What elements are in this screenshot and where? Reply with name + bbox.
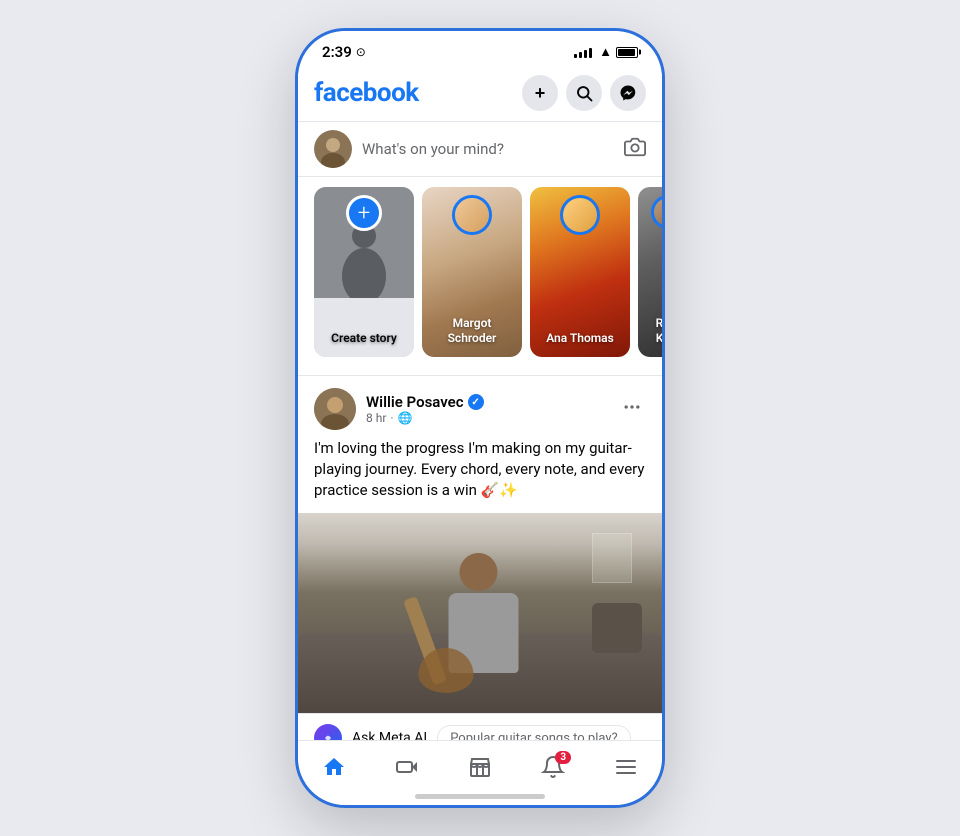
- stories-row: + Create story Margot Schroder: [298, 177, 662, 367]
- store-icon: [468, 755, 492, 779]
- composer-input[interactable]: What's on your mind?: [362, 140, 614, 158]
- post-user: Willie Posavec ✓ 8 hr · 🌐: [314, 388, 484, 430]
- status-time: 2:39: [322, 43, 352, 61]
- video-icon: [395, 755, 419, 779]
- privacy-icon: 🌐: [398, 411, 413, 425]
- nav-menu[interactable]: [589, 749, 662, 785]
- story-name-margot: Margot Schroder: [422, 316, 522, 347]
- create-story-label: Create story: [314, 331, 414, 347]
- nav-video[interactable]: [371, 749, 444, 785]
- messenger-button[interactable]: [610, 75, 646, 111]
- story-card-margot[interactable]: Margot Schroder: [422, 187, 522, 357]
- post-meta: 8 hr · 🌐: [366, 411, 484, 425]
- story-name-reer: Reer Kum: [638, 316, 662, 347]
- story-avatar-ana: [560, 195, 600, 235]
- signal-icon: [574, 46, 592, 58]
- post-header: Willie Posavec ✓ 8 hr · 🌐: [298, 376, 662, 438]
- messenger-icon: [619, 84, 637, 102]
- story-card-create[interactable]: + Create story: [314, 187, 414, 357]
- phone-screen: 2:39 ⊙ ▲ facebook: [298, 31, 662, 805]
- meta-ai-bar: Ask Meta AI Popular guitar songs to play…: [298, 713, 662, 740]
- meta-ai-label[interactable]: Ask Meta AI: [352, 730, 427, 740]
- post-user-info: Willie Posavec ✓ 8 hr · 🌐: [366, 393, 484, 425]
- notification-badge: 3: [555, 751, 571, 764]
- meta-ai-icon: [314, 724, 342, 740]
- verified-badge: ✓: [468, 394, 484, 410]
- clock-icon: ⊙: [356, 45, 366, 59]
- post-text: I'm loving the progress I'm making on my…: [298, 438, 662, 513]
- composer-avatar: [314, 130, 352, 168]
- nav-notifications[interactable]: 3: [516, 749, 589, 785]
- story-avatar-margot: [452, 195, 492, 235]
- phone-frame: 2:39 ⊙ ▲ facebook: [295, 28, 665, 808]
- fb-header: facebook +: [298, 67, 662, 121]
- header-actions: +: [522, 75, 646, 111]
- wifi-icon: ▲: [599, 44, 612, 60]
- post-image: [298, 513, 662, 713]
- search-button[interactable]: [566, 75, 602, 111]
- battery-icon: [616, 47, 638, 58]
- composer[interactable]: What's on your mind?: [298, 121, 662, 177]
- dot-separator: ·: [390, 411, 393, 425]
- story-name-ana: Ana Thomas: [530, 331, 630, 347]
- story-plus-icon: +: [346, 195, 382, 231]
- home-indicator: [415, 794, 545, 799]
- scroll-content: facebook +: [298, 67, 662, 740]
- post-username: Willie Posavec ✓: [366, 393, 484, 411]
- status-bar: 2:39 ⊙ ▲: [298, 31, 662, 67]
- menu-icon: [614, 755, 638, 779]
- search-icon: [575, 84, 593, 102]
- meta-ai-suggestion[interactable]: Popular guitar songs to play?: [437, 725, 630, 741]
- post-avatar: [314, 388, 356, 430]
- fb-logo: facebook: [314, 78, 419, 108]
- guitar-scene: [298, 513, 662, 713]
- camera-icon[interactable]: [624, 136, 646, 163]
- add-button[interactable]: +: [522, 75, 558, 111]
- add-icon: +: [535, 83, 546, 104]
- nav-home[interactable]: [298, 749, 371, 785]
- home-icon: [322, 755, 346, 779]
- status-icons: ▲: [574, 44, 638, 60]
- post: Willie Posavec ✓ 8 hr · 🌐: [298, 375, 662, 740]
- more-button[interactable]: [618, 393, 646, 426]
- story-card-reer[interactable]: Reer Kum: [638, 187, 662, 357]
- nav-marketplace[interactable]: [444, 749, 517, 785]
- story-card-ana[interactable]: Ana Thomas: [530, 187, 630, 357]
